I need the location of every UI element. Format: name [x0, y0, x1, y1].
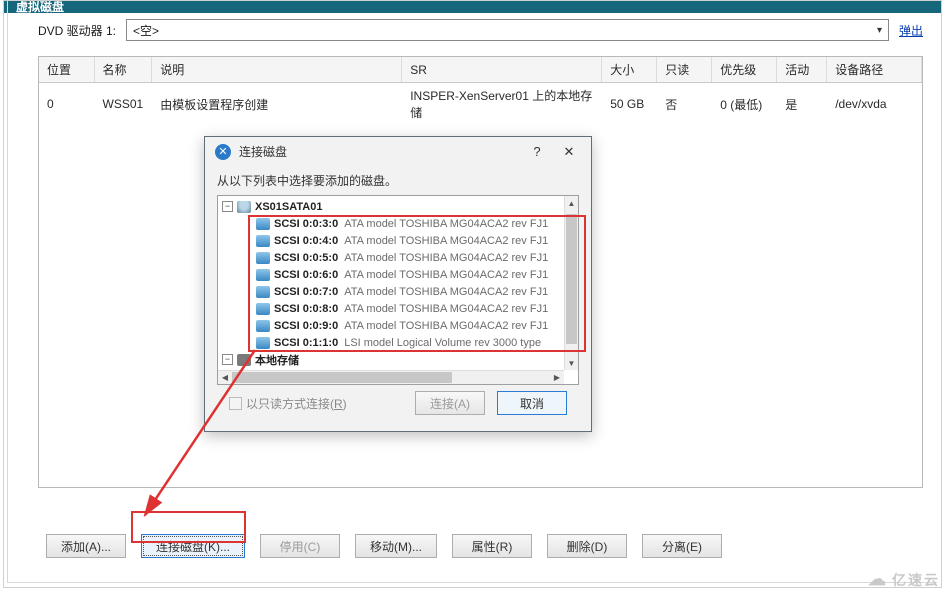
collapse-icon[interactable]: − — [222, 354, 233, 365]
tree-root-label: XS01SATA01 — [255, 201, 322, 213]
add-button[interactable]: 添加(A)... — [46, 534, 126, 558]
readonly-label: 以只读方式连接(R) — [246, 395, 347, 412]
disk-desc: ATA model TOSHIBA MG04ACA2 rev FJ1 — [344, 235, 548, 247]
scroll-up-icon[interactable]: ▲ — [565, 196, 578, 210]
watermark: ☁ 亿速云 — [868, 569, 940, 590]
disk-id: SCSI 0:0:5:0 — [274, 252, 338, 264]
col-pos[interactable]: 位置 — [39, 57, 94, 83]
delete-button[interactable]: 删除(D) — [547, 534, 627, 558]
col-active[interactable]: 活动 — [777, 57, 827, 83]
connect-button[interactable]: 连接磁盘(K)... — [141, 534, 245, 558]
tree-root[interactable]: − XS01SATA01 — [222, 198, 560, 215]
chevron-down-icon: ▾ — [877, 25, 882, 36]
disk-desc: ATA model TOSHIBA MG04ACA2 rev FJ1 — [344, 218, 548, 230]
props-button[interactable]: 属性(R) — [452, 534, 532, 558]
disk-icon — [256, 218, 270, 230]
cloud-icon: ☁ — [868, 569, 888, 590]
col-prio[interactable]: 优先级 — [712, 57, 777, 83]
disk-id: SCSI 0:0:9:0 — [274, 320, 338, 332]
cell-pos: 0 — [39, 83, 94, 126]
cell-prio: 0 (最低) — [712, 83, 777, 126]
dvd-select[interactable]: <空> ▾ — [126, 19, 889, 41]
disable-button[interactable]: 停用(C) — [260, 534, 340, 558]
connect-disk-dialog: ✕ 连接磁盘 ? ✕ 从以下列表中选择要添加的磁盘。 − XS01SATA01 … — [204, 136, 592, 432]
dvd-select-value: <空> — [133, 22, 159, 39]
col-dev[interactable]: 设备路径 — [827, 57, 922, 83]
tree-disk-item[interactable]: SCSI 0:0:4:0 ATA model TOSHIBA MG04ACA2 r… — [222, 232, 560, 249]
popout-link[interactable]: 弹出 — [899, 22, 923, 39]
cell-dev: /dev/xvda — [827, 83, 922, 126]
dvd-label: DVD 驱动器 1: — [38, 22, 116, 39]
cell-desc: 由模板设置程序创建 — [152, 83, 402, 126]
disk-id: SCSI 0:0:3:0 — [274, 218, 338, 230]
action-bar: 添加(A)... 连接磁盘(K)... 停用(C) 移动(M)... 属性(R)… — [46, 534, 722, 558]
tree-local-label: 本地存储 — [255, 352, 299, 368]
local-storage-icon — [237, 354, 251, 366]
disk-icon — [256, 252, 270, 264]
scroll-left-icon[interactable]: ◀ — [218, 371, 232, 384]
disk-icon — [256, 303, 270, 315]
disk-tree[interactable]: − XS01SATA01 SCSI 0:0:3:0 ATA model TOSHI… — [217, 195, 579, 385]
tree-disk-item[interactable]: SCSI 0:0:7:0 ATA model TOSHIBA MG04ACA2 r… — [222, 283, 560, 300]
col-desc[interactable]: 说明 — [152, 57, 402, 83]
table-row[interactable]: 0 WSS01 由模板设置程序创建 INSPER-XenServer01 上的本… — [39, 83, 922, 126]
tree-disk-item[interactable]: SCSI 0:0:8:0 ATA model TOSHIBA MG04ACA2 r… — [222, 300, 560, 317]
scroll-right-icon[interactable]: ▶ — [550, 371, 564, 384]
checkbox-icon[interactable] — [229, 397, 242, 410]
collapse-icon[interactable]: − — [222, 201, 233, 212]
scroll-down-icon[interactable]: ▼ — [565, 356, 578, 370]
tree-disk-item[interactable]: SCSI 0:0:5:0 ATA model TOSHIBA MG04ACA2 r… — [222, 249, 560, 266]
disk-desc: ATA model TOSHIBA MG04ACA2 rev FJ1 — [344, 252, 548, 264]
disk-id: SCSI 0:0:4:0 — [274, 235, 338, 247]
tree-disk-item[interactable]: SCSI 0:0:6:0 ATA model TOSHIBA MG04ACA2 r… — [222, 266, 560, 283]
cell-name: WSS01 — [94, 83, 152, 126]
disk-id: SCSI 0:1:1:0 — [274, 337, 338, 349]
disk-id: SCSI 0:0:8:0 — [274, 303, 338, 315]
disk-desc: ATA model TOSHIBA MG04ACA2 rev FJ1 — [344, 286, 548, 298]
disk-id: SCSI 0:0:7:0 — [274, 286, 338, 298]
disk-desc: ATA model TOSHIBA MG04ACA2 rev FJ1 — [344, 303, 548, 315]
col-name[interactable]: 名称 — [94, 57, 152, 83]
dialog-hint: 从以下列表中选择要添加的磁盘。 — [217, 172, 579, 189]
tree-disk-item[interactable]: SCSI 0:1:1:0 LSI model Logical Volume rev… — [222, 334, 560, 351]
dialog-cancel-button[interactable]: 取消 — [497, 391, 567, 415]
cell-size: 50 GB — [602, 83, 657, 126]
scroll-thumb[interactable] — [566, 214, 577, 344]
disk-desc: ATA model TOSHIBA MG04ACA2 rev FJ1 — [344, 320, 548, 332]
disk-id: SCSI 0:0:6:0 — [274, 269, 338, 281]
dialog-title: 连接磁盘 — [239, 143, 287, 160]
vertical-scrollbar[interactable]: ▲ ▼ — [564, 196, 578, 370]
horizontal-scrollbar[interactable]: ◀ ▶ — [218, 370, 564, 384]
col-sr[interactable]: SR — [402, 57, 602, 83]
disk-icon — [256, 337, 270, 349]
dialog-help-button[interactable]: ? — [525, 144, 549, 159]
readonly-checkbox-row[interactable]: 以只读方式连接(R) — [229, 395, 403, 412]
cell-active: 是 — [777, 83, 827, 126]
disk-desc: ATA model TOSHIBA MG04ACA2 rev FJ1 — [344, 269, 548, 281]
dialog-info-icon: ✕ — [215, 144, 231, 160]
col-size[interactable]: 大小 — [602, 57, 657, 83]
disk-icon — [256, 320, 270, 332]
tree-local[interactable]: − 本地存储 — [222, 351, 560, 368]
disk-icon — [256, 286, 270, 298]
cell-ro: 否 — [657, 83, 712, 126]
disk-icon — [256, 269, 270, 281]
storage-icon — [237, 201, 251, 213]
close-icon[interactable]: ✕ — [557, 144, 581, 160]
col-ro[interactable]: 只读 — [657, 57, 712, 83]
tree-disk-item[interactable]: SCSI 0:0:3:0 ATA model TOSHIBA MG04ACA2 r… — [222, 215, 560, 232]
disk-desc: LSI model Logical Volume rev 3000 type — [344, 337, 541, 349]
cell-sr: INSPER-XenServer01 上的本地存储 — [402, 83, 602, 126]
dvd-drive-row: DVD 驱动器 1: <空> ▾ 弹出 — [38, 19, 923, 41]
dialog-connect-button[interactable]: 连接(A) — [415, 391, 485, 415]
disk-icon — [256, 235, 270, 247]
scroll-thumb[interactable] — [232, 372, 452, 383]
grid-header-row: 位置 名称 说明 SR 大小 只读 优先级 活动 设备路径 — [39, 57, 922, 83]
move-button[interactable]: 移动(M)... — [355, 534, 437, 558]
detach-button[interactable]: 分离(E) — [642, 534, 722, 558]
tree-disk-item[interactable]: SCSI 0:0:9:0 ATA model TOSHIBA MG04ACA2 r… — [222, 317, 560, 334]
